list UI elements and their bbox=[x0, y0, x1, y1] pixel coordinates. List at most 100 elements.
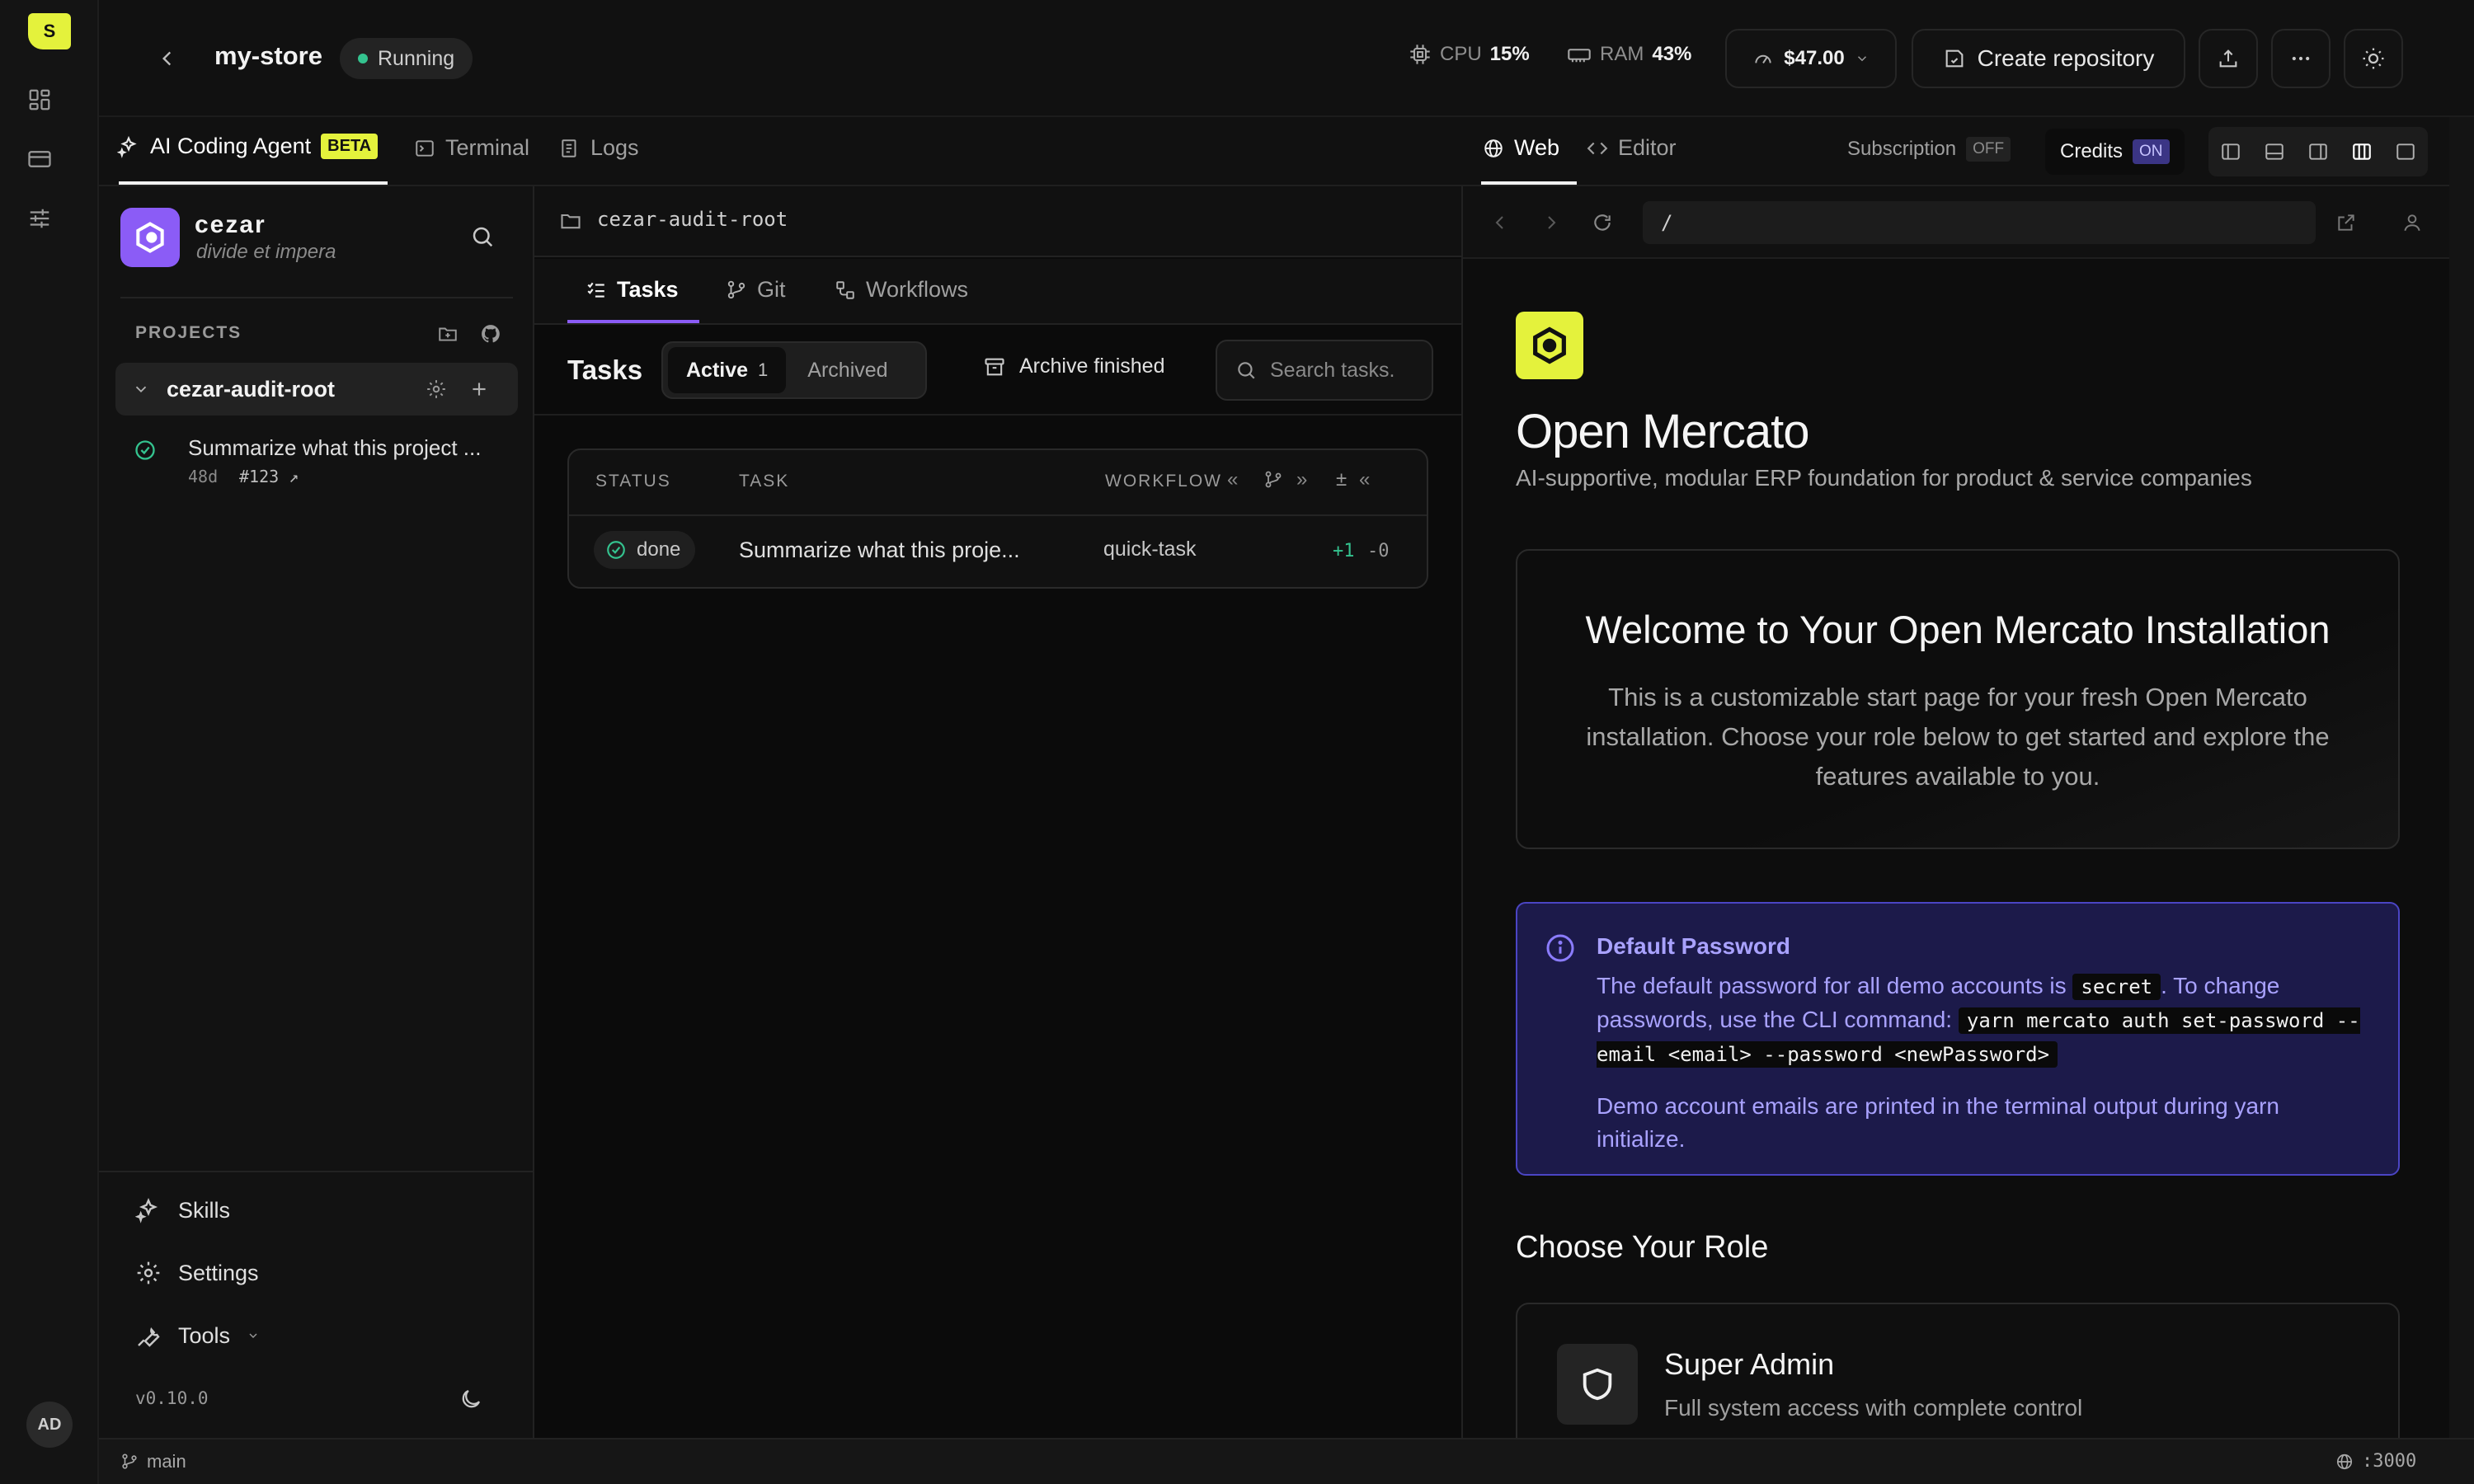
layout-left-sidebar-icon[interactable] bbox=[2220, 141, 2241, 162]
callout-text-1: The default password for all demo accoun… bbox=[1597, 973, 2067, 998]
preview-tabbar: Web Editor Subscription OFF Credits ON bbox=[1463, 117, 2449, 186]
ram-value: 43% bbox=[1652, 43, 1692, 65]
nav-back-icon[interactable] bbox=[1486, 209, 1514, 237]
column-task[interactable]: TASK bbox=[739, 472, 789, 491]
sidebar-item-tools[interactable]: Tools bbox=[135, 1322, 260, 1349]
project-item[interactable]: cezar-audit-root bbox=[115, 363, 518, 416]
ram-icon bbox=[1568, 49, 1591, 63]
upload-icon bbox=[2219, 49, 2237, 68]
wrench-icon bbox=[138, 1327, 160, 1347]
branch-indicator[interactable]: main bbox=[120, 1451, 186, 1472]
chevron-down-icon bbox=[1857, 56, 1866, 62]
role-card-super-admin[interactable]: Super Admin Full system access with comp… bbox=[1516, 1303, 2400, 1438]
project-settings-icon[interactable] bbox=[422, 375, 450, 403]
billing-icon[interactable] bbox=[26, 145, 54, 173]
theme-toggle-button[interactable] bbox=[2344, 29, 2403, 88]
globe-icon bbox=[2336, 1453, 2353, 1469]
table-row[interactable]: done Summarize what this proje... quick-… bbox=[569, 516, 1427, 587]
github-icon[interactable] bbox=[477, 320, 505, 348]
collapse-left-icon[interactable]: « bbox=[1359, 468, 1370, 491]
filter-active-button[interactable]: Active 1 bbox=[668, 347, 787, 393]
git-branch-icon bbox=[1265, 471, 1282, 488]
reload-icon[interactable] bbox=[1588, 209, 1616, 237]
sidebar-item-settings[interactable]: Settings bbox=[135, 1260, 259, 1286]
create-repository-button[interactable]: Create repository bbox=[1912, 29, 2185, 88]
tab-web[interactable]: Web bbox=[1483, 135, 1559, 161]
active-tab-indicator bbox=[567, 320, 699, 323]
layout-right-sidebar-icon[interactable] bbox=[2307, 141, 2329, 162]
workflow-cell: quick-task bbox=[1103, 538, 1197, 561]
info-icon bbox=[1546, 934, 1574, 962]
tab-logs-label: Logs bbox=[590, 135, 639, 160]
tab-web-label: Web bbox=[1514, 135, 1560, 160]
credits-state: ON bbox=[2133, 139, 2170, 164]
filter-archived-button[interactable]: Archived bbox=[786, 347, 909, 393]
divider bbox=[99, 1171, 533, 1172]
layout-split-icon[interactable] bbox=[2351, 141, 2373, 162]
collapse-left-icon[interactable]: « bbox=[1227, 468, 1238, 491]
app-rail: S AD bbox=[0, 0, 99, 1484]
url-input[interactable]: / bbox=[1643, 201, 2316, 244]
status-badge-text: done bbox=[637, 538, 681, 561]
user-icon[interactable] bbox=[2398, 209, 2426, 237]
cpu-value: 15% bbox=[1489, 43, 1530, 65]
add-task-icon[interactable] bbox=[465, 375, 493, 403]
role-description: Full system access with complete control bbox=[1664, 1395, 2083, 1421]
status-badge: Running bbox=[340, 38, 473, 79]
search-tasks-input[interactable]: Search tasks. bbox=[1216, 340, 1433, 401]
tasks-subtabs: Tasks Git Workflows bbox=[534, 259, 1461, 325]
filter-active-count: 1 bbox=[758, 359, 769, 380]
more-button[interactable] bbox=[2271, 29, 2331, 88]
port-indicator[interactable]: :3000 bbox=[2335, 1451, 2416, 1472]
git-branch-icon bbox=[727, 280, 745, 298]
tab-logs[interactable]: Logs bbox=[559, 135, 639, 161]
list-check-icon bbox=[587, 282, 604, 298]
sidebar-item-skills[interactable]: Skills bbox=[135, 1197, 230, 1223]
tab-workflows-label: Workflows bbox=[866, 277, 969, 302]
globe-icon bbox=[1484, 139, 1503, 157]
tab-terminal[interactable]: Terminal bbox=[414, 135, 529, 161]
new-folder-icon[interactable] bbox=[434, 320, 462, 348]
tasks-heading: Tasks bbox=[567, 355, 643, 385]
subscription-toggle[interactable]: Subscription OFF bbox=[1847, 137, 2011, 162]
password-code: secret bbox=[2072, 974, 2161, 1000]
archive-finished-button[interactable]: Archive finished bbox=[983, 355, 1164, 378]
column-diff[interactable]: ± bbox=[1336, 468, 1347, 491]
layout-full-icon[interactable] bbox=[2395, 141, 2416, 162]
tab-ai-coding-agent-label: AI Coding Agent bbox=[150, 134, 312, 158]
column-status[interactable]: STATUS bbox=[595, 472, 671, 491]
credits-toggle[interactable]: Credits ON bbox=[2045, 129, 2185, 175]
version-label: v0.10.0 bbox=[135, 1388, 209, 1408]
layout-bottom-panel-icon[interactable] bbox=[2264, 141, 2285, 162]
git-branch-icon bbox=[122, 1453, 137, 1469]
welcome-text: This is a customizable start page for yo… bbox=[1586, 683, 2330, 791]
moon-icon[interactable] bbox=[457, 1385, 485, 1413]
open-external-icon[interactable] bbox=[2332, 209, 2360, 237]
column-workflow[interactable]: WORKFLOW bbox=[1105, 472, 1222, 491]
task-list-item[interactable]: Summarize what this project ... 48d #123… bbox=[115, 425, 518, 491]
search-icon[interactable] bbox=[468, 223, 496, 251]
task-item-ref[interactable]: #123 ↗ bbox=[239, 467, 299, 486]
user-avatar[interactable]: AD bbox=[26, 1402, 73, 1448]
create-repository-label: Create repository bbox=[1977, 45, 2155, 71]
task-title-cell: Summarize what this proje... bbox=[739, 538, 1020, 562]
tab-ai-coding-agent[interactable]: AI Coding Agent BETA bbox=[117, 134, 379, 159]
dashboard-icon[interactable] bbox=[26, 86, 54, 114]
filter-archived-label: Archived bbox=[807, 358, 888, 382]
app-logo[interactable]: S bbox=[28, 13, 71, 49]
tab-editor[interactable]: Editor bbox=[1587, 135, 1677, 161]
share-button[interactable] bbox=[2199, 29, 2258, 88]
tab-git[interactable]: Git bbox=[726, 277, 786, 303]
nav-forward-icon[interactable] bbox=[1537, 209, 1565, 237]
site-logo-icon bbox=[1533, 326, 1566, 364]
project-sidebar: cezar divide et impera PROJECTS cezar-au… bbox=[99, 186, 534, 1438]
expand-right-icon[interactable]: » bbox=[1296, 468, 1307, 491]
sun-icon bbox=[2363, 48, 2384, 69]
sliders-icon[interactable] bbox=[26, 204, 54, 232]
tab-tasks-label: Tasks bbox=[617, 277, 679, 302]
cost-dropdown[interactable]: $47.00 bbox=[1725, 29, 1897, 88]
tab-workflows[interactable]: Workflows bbox=[835, 277, 968, 303]
preview-scrollbar[interactable] bbox=[2449, 117, 2474, 1438]
tab-tasks[interactable]: Tasks bbox=[586, 277, 679, 303]
back-chevron-icon[interactable] bbox=[153, 45, 181, 73]
